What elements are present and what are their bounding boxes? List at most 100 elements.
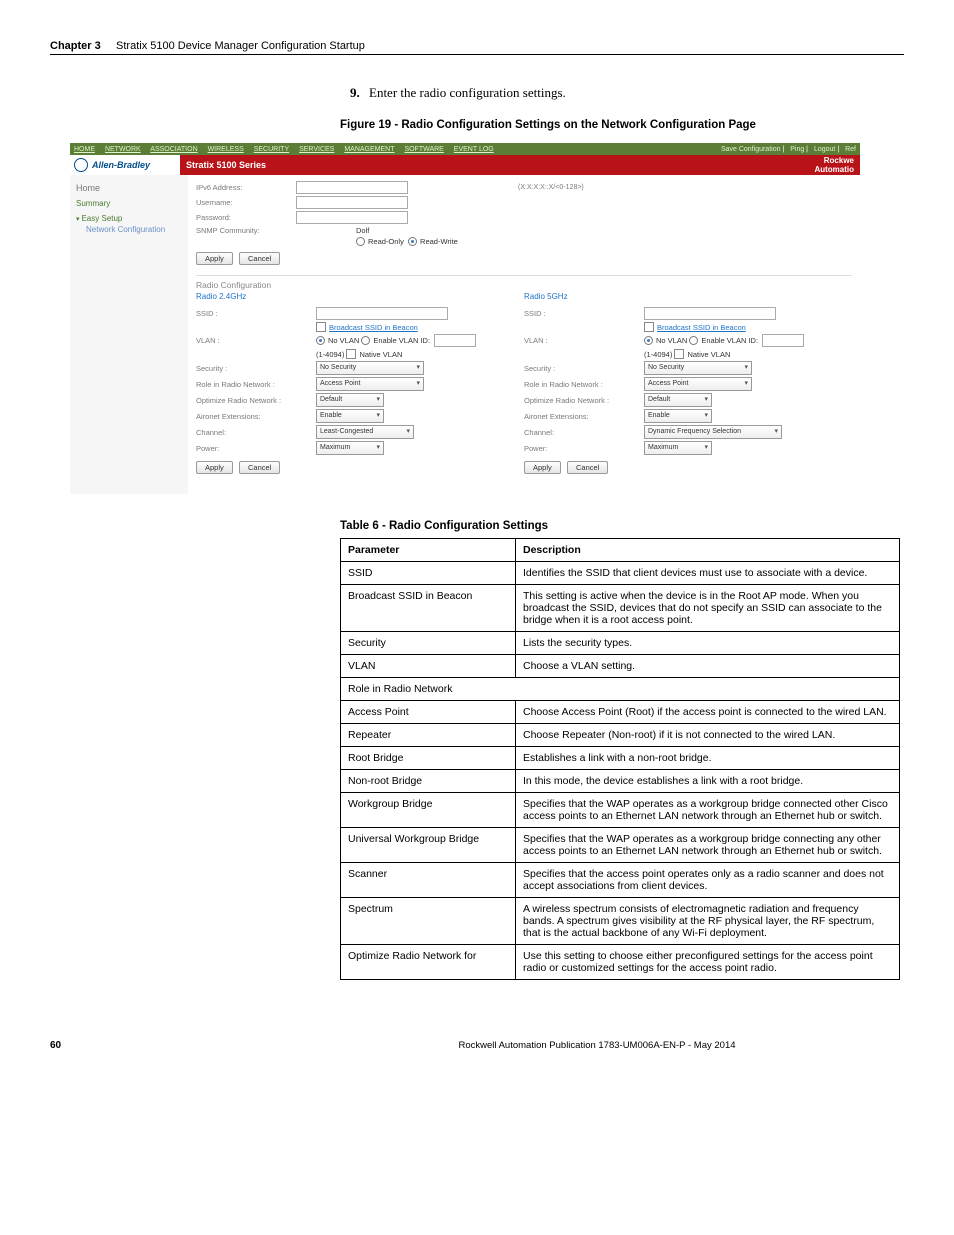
cell-description: Specifies that the WAP operates as a wor… <box>516 828 900 863</box>
radio-read-only[interactable] <box>356 237 365 246</box>
link-save-config[interactable]: Save Configuration <box>721 146 781 153</box>
cancel-button-24[interactable]: Cancel <box>239 461 280 474</box>
radio-novlan-24[interactable] <box>316 336 325 345</box>
cell-parameter: Security <box>341 632 516 655</box>
sel-opt-24[interactable]: Default <box>316 393 384 407</box>
top-nav-bar: HOME NETWORK ASSOCIATION WIRELESS SECURI… <box>70 143 860 155</box>
sel-role-24[interactable]: Access Point <box>316 377 424 391</box>
section-radio-config: Radio Configuration <box>196 280 852 290</box>
cell-parameter: SSID <box>341 562 516 585</box>
input-password[interactable] <box>296 211 408 224</box>
link-bcast-5[interactable]: Broadcast SSID in Beacon <box>657 323 746 332</box>
chk-native-24[interactable] <box>346 349 356 359</box>
cell-parameter: Scanner <box>341 863 516 898</box>
radio-novlan-5[interactable] <box>644 336 653 345</box>
link-logout[interactable]: Logout <box>814 146 835 153</box>
sidebar-network-config[interactable]: Network Configuration <box>86 225 182 235</box>
page-header: Chapter 3 Stratix 5100 Device Manager Co… <box>50 40 904 55</box>
table-radio-settings: Parameter Description SSIDIdentifies the… <box>340 538 900 980</box>
apply-button-5[interactable]: Apply <box>524 461 561 474</box>
sidebar-easy-setup[interactable]: Easy Setup <box>76 214 182 223</box>
table-row: SecurityLists the security types. <box>341 632 900 655</box>
nav-home[interactable]: HOME <box>74 146 95 153</box>
lbl-read-write: Read-Write <box>420 237 458 246</box>
lbl-novlan-5: No VLAN <box>656 336 687 345</box>
sel-aironet-24[interactable]: Enable <box>316 409 384 423</box>
cell-description: A wireless spectrum consists of electrom… <box>516 898 900 945</box>
cell-description: Choose Access Point (Root) if the access… <box>516 701 900 724</box>
input-ssid-5[interactable] <box>644 307 776 320</box>
cell-description: Specifies that the access point operates… <box>516 863 900 898</box>
th-parameter: Parameter <box>341 539 516 562</box>
input-vlanid-24[interactable] <box>434 334 476 347</box>
title-red-bar: Stratix 5100 Series Rockwe Automatio <box>180 155 860 175</box>
table-row: Broadcast SSID in BeaconThis setting is … <box>341 585 900 632</box>
lbl-vlan-5: VLAN : <box>524 336 644 345</box>
cancel-button[interactable]: Cancel <box>239 252 280 265</box>
lbl-novlan-24: No VLAN <box>328 336 359 345</box>
nav-eventlog[interactable]: EVENT LOG <box>454 146 494 153</box>
lbl-vlan-24: VLAN : <box>196 336 316 345</box>
chk-bcast-24[interactable] <box>316 322 326 332</box>
table-row: Workgroup BridgeSpecifies that the WAP o… <box>341 793 900 828</box>
input-ipv6[interactable] <box>296 181 408 194</box>
nav-management[interactable]: MANAGEMENT <box>344 146 394 153</box>
chk-bcast-5[interactable] <box>644 322 654 332</box>
cell-parameter: Root Bridge <box>341 747 516 770</box>
cell-description: Establishes a link with a non-root bridg… <box>516 747 900 770</box>
sel-security-24[interactable]: No Security <box>316 361 424 375</box>
sel-power-24[interactable]: Maximum <box>316 441 384 455</box>
sidebar-summary[interactable]: Summary <box>76 199 182 208</box>
cell-parameter-span: Role in Radio Network <box>341 678 900 701</box>
input-vlanid-5[interactable] <box>762 334 804 347</box>
sel-channel-24[interactable]: Least-Congested <box>316 425 414 439</box>
lbl-ssid-24: SSID : <box>196 309 316 318</box>
sel-opt-5[interactable]: Default <box>644 393 712 407</box>
sel-channel-5[interactable]: Dynamic Frequency Selection <box>644 425 782 439</box>
head-24ghz: Radio 2.4GHz <box>196 292 510 301</box>
nav-services[interactable]: SERVICES <box>299 146 334 153</box>
nav-software[interactable]: SOFTWARE <box>404 146 443 153</box>
radio-read-write[interactable] <box>408 237 417 246</box>
lbl-ssid-5: SSID : <box>524 309 644 318</box>
table-row: RepeaterChoose Repeater (Non-root) if it… <box>341 724 900 747</box>
link-ping[interactable]: Ping <box>790 146 804 153</box>
main-panel: IPv6 Address: (X:X:X:X::X/<0-128>) Usern… <box>188 175 860 494</box>
apply-button-24[interactable]: Apply <box>196 461 233 474</box>
radio-columns: Radio 2.4GHz SSID : Broadcast SSID in Be… <box>196 292 852 484</box>
lbl-aironet-24: Aironet Extensions: <box>196 412 316 421</box>
sel-power-5[interactable]: Maximum <box>644 441 712 455</box>
lbl-sec-24: Security : <box>196 364 316 373</box>
lbl-opt-24: Optimize Radio Network : <box>196 396 316 405</box>
link-bcast-24[interactable]: Broadcast SSID in Beacon <box>329 323 418 332</box>
cell-description: Choose Repeater (Non-root) if it is not … <box>516 724 900 747</box>
lbl-role-5: Role in Radio Network : <box>524 380 644 389</box>
cancel-button-5[interactable]: Cancel <box>567 461 608 474</box>
nav-network[interactable]: NETWORK <box>105 146 141 153</box>
lbl-snmp: SNMP Community: <box>196 226 296 235</box>
snmp-value: Dolf <box>356 226 369 235</box>
cell-parameter: Access Point <box>341 701 516 724</box>
lbl-read-only: Read-Only <box>368 237 404 246</box>
head-5ghz: Radio 5GHz <box>524 292 838 301</box>
nav-security[interactable]: SECURITY <box>254 146 289 153</box>
table-row: Non-root BridgeIn this mode, the device … <box>341 770 900 793</box>
table-row: SpectrumA wireless spectrum consists of … <box>341 898 900 945</box>
cell-parameter: Repeater <box>341 724 516 747</box>
step-9: 9. Enter the radio configuration setting… <box>350 85 904 101</box>
table-row: SSIDIdentifies the SSID that client devi… <box>341 562 900 585</box>
sel-role-5[interactable]: Access Point <box>644 377 752 391</box>
input-username[interactable] <box>296 196 408 209</box>
lbl-power-24: Power: <box>196 444 316 453</box>
input-ssid-24[interactable] <box>316 307 448 320</box>
radio-enablevlan-24[interactable] <box>361 336 370 345</box>
chk-native-5[interactable] <box>674 349 684 359</box>
sidebar-home[interactable]: Home <box>76 183 182 193</box>
sel-aironet-5[interactable]: Enable <box>644 409 712 423</box>
nav-association[interactable]: ASSOCIATION <box>150 146 197 153</box>
link-refresh[interactable]: Ref <box>845 146 856 153</box>
sel-security-5[interactable]: No Security <box>644 361 752 375</box>
apply-button[interactable]: Apply <box>196 252 233 265</box>
radio-enablevlan-5[interactable] <box>689 336 698 345</box>
nav-wireless[interactable]: WIRELESS <box>208 146 244 153</box>
